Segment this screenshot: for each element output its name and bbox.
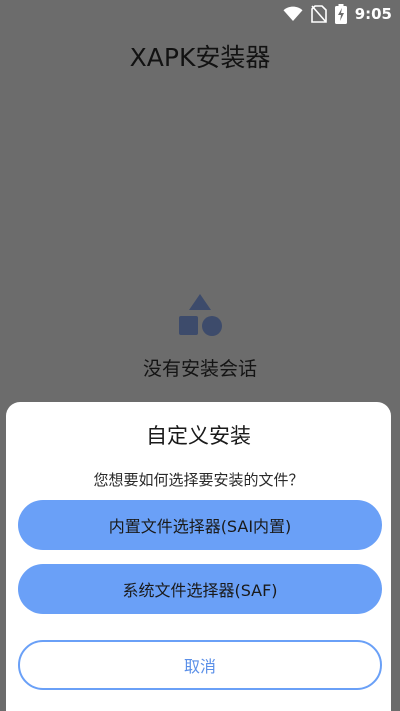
cancel-button[interactable]: 取消 [18, 640, 382, 690]
no-sim-icon [310, 5, 327, 23]
dialog-title: 自定义安装 [146, 424, 251, 448]
system-file-picker-button[interactable]: 系统文件选择器(SAF) [18, 564, 382, 614]
internal-file-picker-label: 内置文件选择器(SAI内置) [108, 517, 292, 536]
internal-file-picker-button[interactable]: 内置文件选择器(SAI内置) [18, 500, 382, 550]
shapes-icon [179, 294, 222, 336]
battery-charging-icon [334, 4, 347, 24]
empty-state-text: 没有安装会话 [142, 358, 257, 380]
custom-install-dialog: 自定义安装 您想要如何选择要安装的文件？ 内置文件选择器(SAI内置) 系统文件… [6, 402, 391, 711]
wifi-icon [283, 6, 303, 21]
status-bar: 9:05 [0, 0, 400, 28]
cancel-label: 取消 [183, 657, 216, 676]
status-icons: 9:05 [283, 4, 392, 24]
status-time: 9:05 [354, 5, 392, 23]
system-file-picker-label: 系统文件选择器(SAF) [122, 581, 278, 600]
dialog-subtitle: 您想要如何选择要安装的文件？ [93, 471, 304, 489]
app-title: XAPK安装器 [129, 43, 271, 72]
